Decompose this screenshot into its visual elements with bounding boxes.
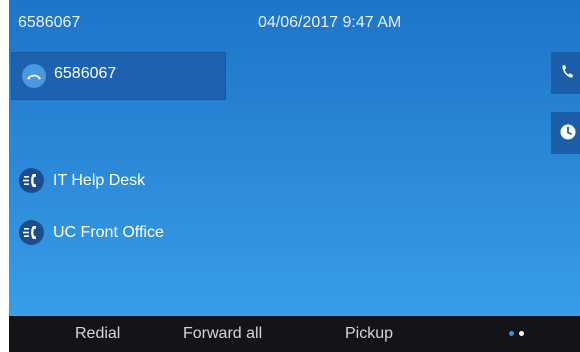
phone-screen: 6586067 04/06/2017 9:47 AM 6586067 IT He… <box>9 0 580 352</box>
line-status-icon <box>19 220 44 245</box>
page-dot-2 <box>519 331 524 336</box>
feature-label: UC Front Office <box>53 224 164 241</box>
status-extension: 6586067 <box>18 14 81 31</box>
pickup-softkey[interactable]: Pickup <box>345 325 393 343</box>
status-bar: 6586067 04/06/2017 9:47 AM <box>9 0 580 46</box>
feature-key-it-help-desk[interactable]: IT Help Desk <box>19 168 239 194</box>
status-datetime: 04/06/2017 9:47 AM <box>258 14 402 31</box>
clock-icon <box>560 124 576 145</box>
forward-all-softkey[interactable]: Forward all <box>183 325 262 343</box>
phone-icon <box>560 64 574 85</box>
line-status-icon <box>19 168 44 193</box>
redial-softkey[interactable]: Redial <box>75 325 120 343</box>
side-tab-calls[interactable] <box>551 52 580 94</box>
page-indicator[interactable] <box>509 331 529 337</box>
line-key-button[interactable]: 6586067 <box>11 52 226 100</box>
page-dot-1 <box>509 331 514 336</box>
feature-key-uc-front-office[interactable]: UC Front Office <box>19 220 239 246</box>
side-tab-recents[interactable] <box>551 112 580 154</box>
softkey-bar: Redial Forward all Pickup <box>9 316 580 352</box>
line-key-label: 6586067 <box>54 65 117 82</box>
handset-icon <box>22 64 46 88</box>
feature-label: IT Help Desk <box>53 172 146 189</box>
